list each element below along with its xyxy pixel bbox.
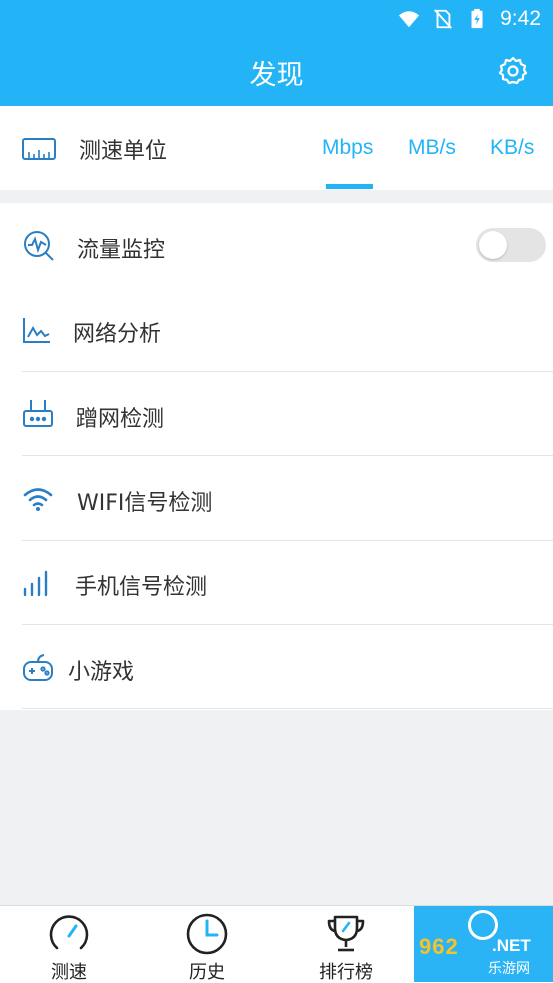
no-sim-icon [434, 9, 453, 29]
watermark-logo: 962 .NET 乐游网 [414, 906, 553, 982]
network-chart-icon [23, 318, 50, 343]
speedometer-icon [49, 915, 89, 950]
app-header: 9:42 发现 [0, 0, 553, 106]
list-item-label: 流量监控 [77, 238, 166, 263]
feature-list [0, 203, 553, 710]
watermark-domain: .NET [492, 936, 531, 955]
nav-label: 测速 [51, 962, 87, 983]
list-item-label: 手机信号检测 [75, 575, 208, 600]
trophy-icon [327, 915, 365, 952]
list-item-label: 小游戏 [68, 660, 135, 685]
clock-icon [186, 913, 228, 955]
wifi-icon [399, 11, 420, 28]
traffic-monitor-icon [24, 231, 54, 261]
toggle-knob [479, 231, 507, 259]
nav-item-history[interactable]: 历史 [157, 906, 257, 983]
ruler-icon [22, 138, 56, 160]
battery-charging-icon [471, 8, 483, 29]
nav-item-speed-test[interactable]: 测速 [19, 906, 119, 983]
unit-tab-mb-s[interactable]: MB/s [408, 136, 456, 160]
watermark-subtitle: 乐游网 [488, 961, 530, 977]
page-title: 发现 [249, 60, 304, 91]
divider [22, 540, 553, 541]
divider [22, 708, 553, 709]
wifi-icon [23, 488, 53, 511]
divider [22, 371, 553, 372]
selected-tab-indicator [326, 184, 373, 189]
gamepad-icon [23, 654, 53, 681]
router-icon [23, 400, 53, 427]
watermark-brand: 962 [419, 934, 459, 959]
nav-label: 历史 [189, 962, 225, 983]
speed-unit-label: 测速单位 [79, 139, 168, 164]
list-item-label: 网络分析 [73, 322, 162, 347]
unit-tab-kb-s[interactable]: KB/s [490, 136, 534, 160]
divider [22, 455, 553, 456]
status-bar: 9:42 [398, 6, 541, 32]
status-time: 9:42 [500, 7, 541, 30]
gear-icon[interactable] [497, 55, 529, 87]
divider [22, 624, 553, 625]
nav-label: 排行榜 [319, 962, 373, 983]
traffic-monitor-toggle[interactable] [476, 228, 546, 262]
nav-item-leaderboard[interactable]: 排行榜 [296, 906, 396, 983]
list-item-label: WIFI信号检测 [77, 491, 213, 516]
signal-bars-icon [23, 570, 48, 597]
unit-tab-mbps[interactable]: Mbps [322, 136, 373, 160]
list-item-label: 蹭网检测 [76, 407, 165, 432]
